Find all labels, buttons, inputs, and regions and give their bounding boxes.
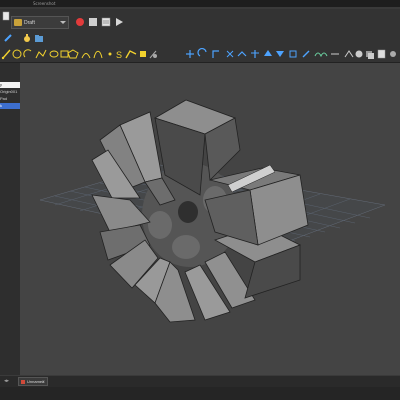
- point-tool-icon[interactable]: [108, 52, 112, 56]
- tree-item[interactable]: Pad: [0, 96, 20, 102]
- upgrade-tool-icon[interactable]: [264, 50, 272, 56]
- workbench-label: Draft: [24, 20, 35, 26]
- chevron-down-icon: [60, 21, 66, 24]
- arc-tool-icon[interactable]: [23, 49, 32, 58]
- text-tool-icon[interactable]: S: [116, 50, 122, 60]
- edit-tool-icon[interactable]: [302, 50, 310, 58]
- 3d-model-view[interactable]: [20, 63, 400, 375]
- tab-scroll-arrows[interactable]: ◂▸: [4, 378, 9, 384]
- bezier-tool-icon[interactable]: [93, 50, 103, 59]
- window-title: Screenshot: [33, 1, 56, 6]
- document-tab-bar: ◂▸ Unnamed ×: [0, 375, 400, 387]
- bspline-tool-icon[interactable]: [81, 53, 91, 59]
- svg-text:S: S: [116, 50, 122, 60]
- document-icon: [21, 380, 25, 384]
- move-tool-icon[interactable]: [186, 50, 194, 58]
- trimex-tool-icon[interactable]: [226, 50, 234, 58]
- circle-tool-icon[interactable]: [12, 49, 22, 59]
- rectangle-tool-icon[interactable]: [60, 50, 69, 58]
- split-tool-icon[interactable]: [251, 50, 259, 58]
- model-tree-panel: y Origin001 Pad k: [0, 63, 20, 375]
- pencil-icon[interactable]: [3, 33, 13, 43]
- clone-tool-icon[interactable]: [366, 51, 374, 59]
- drawing-view-icon[interactable]: [377, 49, 386, 59]
- downgrade-tool-icon[interactable]: [276, 51, 284, 57]
- label-tool-icon[interactable]: [140, 51, 146, 57]
- ellipse-tool-icon[interactable]: [49, 50, 59, 58]
- line-tool-icon[interactable]: [1, 49, 11, 60]
- draft-tray-toolbar: [0, 31, 400, 45]
- freecad-window: Screenshot Draft S y Origin001 Pad k ◂▸ …: [0, 0, 400, 400]
- polyline-tool-icon[interactable]: [35, 49, 47, 59]
- 3d-viewport[interactable]: [20, 63, 400, 375]
- folder-icon[interactable]: [34, 33, 44, 43]
- workbench-selector[interactable]: Draft: [11, 16, 69, 29]
- tree-item[interactable]: Origin001: [0, 89, 20, 95]
- close-tab-icon[interactable]: ×: [42, 378, 45, 386]
- dimension-tool-icon[interactable]: [125, 50, 137, 59]
- offset-tool-icon[interactable]: [212, 50, 219, 58]
- hatch-tool-icon[interactable]: [149, 50, 157, 59]
- wire-to-bspline-icon[interactable]: [314, 52, 328, 58]
- polygon-tool-icon[interactable]: [67, 49, 79, 59]
- heal-tool-icon[interactable]: [390, 51, 396, 57]
- rotate-tool-icon[interactable]: [197, 48, 207, 57]
- array-tool-icon[interactable]: [355, 50, 363, 58]
- window-controls: [360, 1, 397, 12]
- main-toolbar: Draft: [0, 9, 400, 32]
- document-tab[interactable]: Unnamed ×: [18, 377, 48, 386]
- tree-item[interactable]: y: [0, 82, 20, 88]
- draft-tools-toolbar: S: [0, 45, 400, 63]
- shape-to-sketch-icon[interactable]: [344, 50, 354, 58]
- title-bar: Screenshot: [0, 0, 400, 12]
- tree-item-selected[interactable]: k: [0, 103, 20, 109]
- join-tool-icon[interactable]: [237, 51, 247, 57]
- scale-tool-icon[interactable]: [289, 50, 297, 58]
- workbench-icon: [14, 19, 22, 26]
- hand-icon[interactable]: [22, 33, 32, 43]
